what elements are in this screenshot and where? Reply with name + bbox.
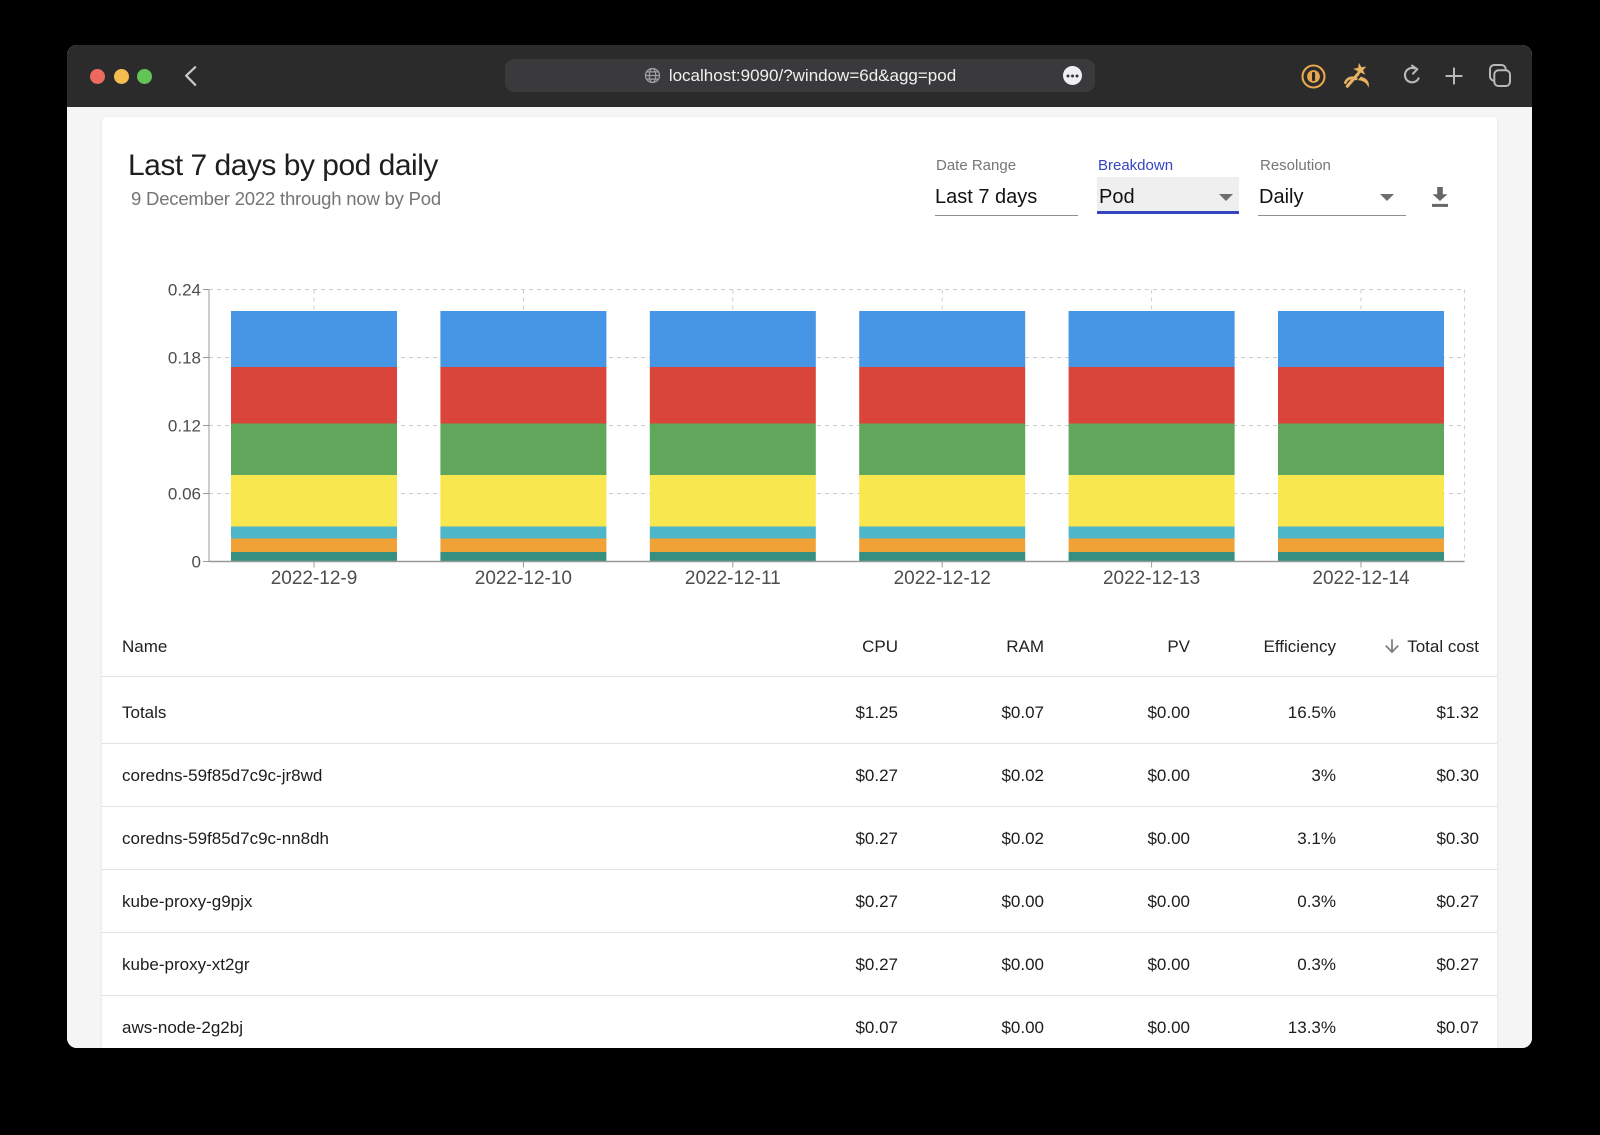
svg-text:0.18: 0.18 [168,349,201,368]
svg-text:2022-12-14: 2022-12-14 [1312,568,1410,589]
svg-text:0.06: 0.06 [168,485,201,504]
svg-text:0.12: 0.12 [168,417,201,436]
svg-text:2022-12-11: 2022-12-11 [685,568,781,589]
svg-text:2022-12-10: 2022-12-10 [475,568,572,589]
svg-text:2022-12-9: 2022-12-9 [271,568,358,589]
svg-text:2022-12-13: 2022-12-13 [1103,568,1200,589]
svg-text:0.24: 0.24 [168,281,201,300]
svg-text:2022-12-12: 2022-12-12 [894,568,991,589]
svg-text:0: 0 [192,553,201,572]
